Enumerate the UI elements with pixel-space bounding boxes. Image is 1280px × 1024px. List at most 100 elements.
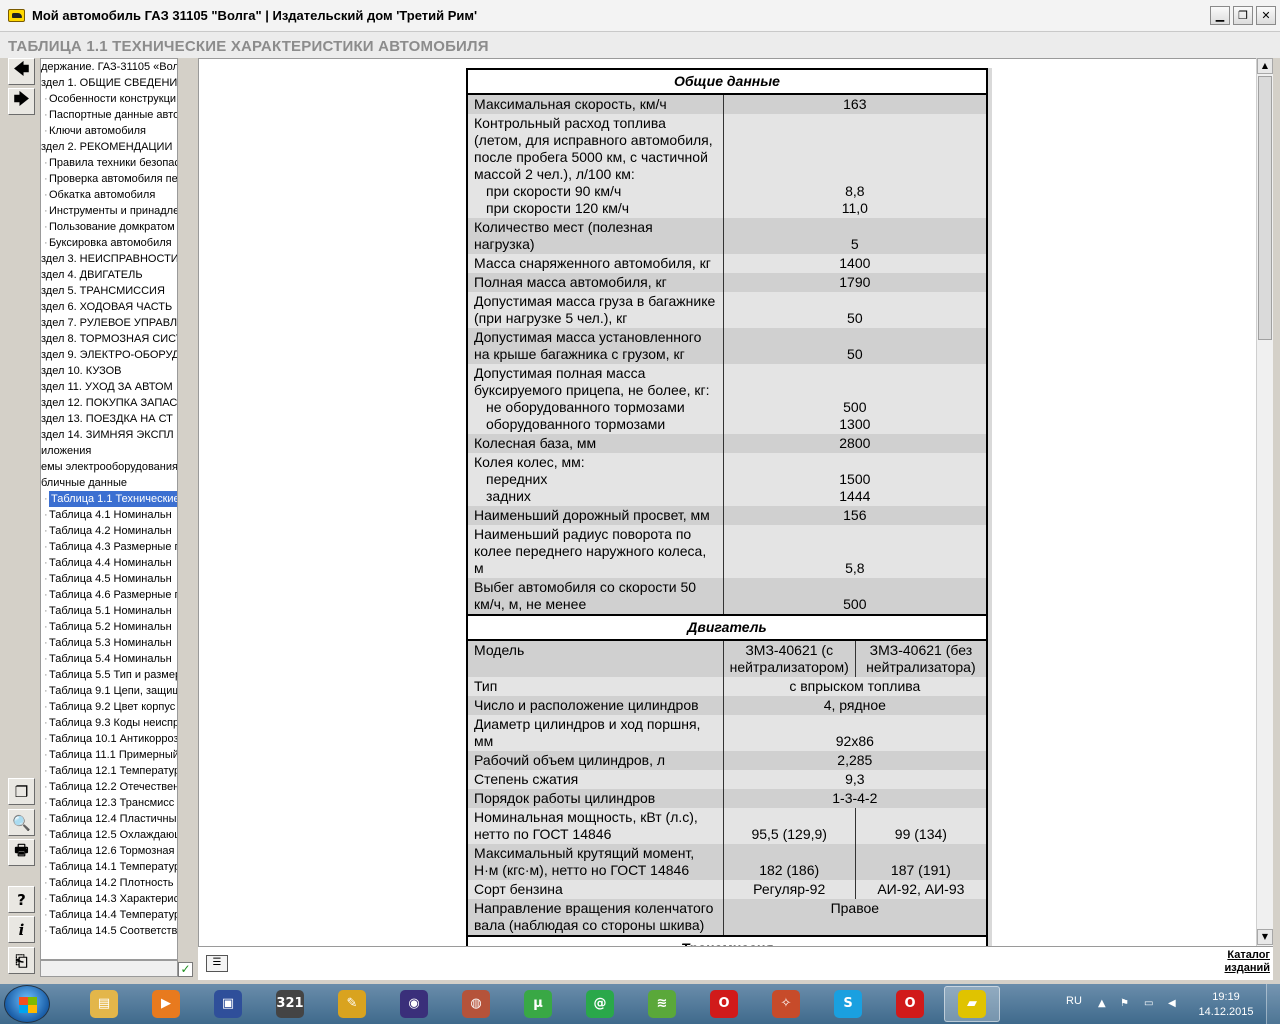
toc-item[interactable]: Таблица 5.2 Номинальн — [44, 619, 172, 635]
toc-item[interactable]: здел 1. ОБЩИЕ СВЕДЕНИ — [41, 75, 177, 91]
scroll-up-arrow-icon[interactable]: ▲ — [1257, 58, 1273, 74]
back-arrow-icon[interactable]: 🡄 — [8, 58, 35, 85]
taskbar-globe-icon[interactable]: ◍ — [448, 986, 504, 1022]
scroll-thumb[interactable] — [1258, 76, 1272, 340]
toc-item[interactable]: здел 9. ЭЛЕКТРО-ОБОРУД — [41, 347, 177, 363]
toc-item[interactable]: Паспортные данные авто — [44, 107, 177, 123]
toc-item[interactable]: Таблица 9.2 Цвет корпус — [44, 699, 175, 715]
taskbar-ccleaner-icon[interactable]: ✧ — [758, 986, 814, 1022]
toc-item[interactable]: Таблица 14.1 Температур — [44, 859, 177, 875]
taskbar-movie-icon[interactable]: 321 — [262, 986, 318, 1022]
toc-item[interactable]: Правила техники безопас — [44, 155, 177, 171]
toc-item[interactable]: здел 8. ТОРМОЗНАЯ СИСТ — [41, 331, 177, 347]
toc-item[interactable]: иложения — [41, 443, 91, 459]
content-vertical-scrollbar[interactable]: ▲ ▼ — [1256, 58, 1273, 946]
toc-item[interactable]: здел 13. ПОЕЗДКА НА СТ — [41, 411, 173, 427]
toc-item[interactable]: Таблица 12.3 Трансмисс — [44, 795, 174, 811]
toc-item[interactable]: Таблица 10.1 Антикорроз — [44, 731, 177, 747]
toc-item[interactable]: Таблица 5.3 Номинальн — [44, 635, 172, 651]
taskbar-opera-icon[interactable]: O — [696, 986, 752, 1022]
taskbar-wifi-icon[interactable]: ≋ — [634, 986, 690, 1022]
toc-item[interactable]: Таблица 9.1 Цепи, защищ — [44, 683, 177, 699]
toc-item[interactable]: Проверка автомобиля пе — [44, 171, 177, 187]
network-icon[interactable]: ▭ — [1144, 998, 1158, 1010]
toc-item[interactable]: Таблица 4.6 Размерные г — [44, 587, 177, 603]
taskbar-utorrent-icon[interactable]: µ — [510, 986, 566, 1022]
taskbar-volga-app-icon[interactable]: ▰ — [944, 986, 1000, 1022]
toc-item[interactable]: Таблица 5.1 Номинальн — [44, 603, 172, 619]
toc-item[interactable]: здел 12. ПОКУПКА ЗАПАС — [41, 395, 177, 411]
toc-item[interactable]: Таблица 4.1 Номинальн — [44, 507, 172, 523]
catalog-link[interactable]: Каталог изданий — [1218, 949, 1271, 975]
toc-item[interactable]: здел 3. НЕИСПРАВНОСТИ — [41, 251, 177, 267]
value-line: 156 — [843, 507, 867, 523]
toc-item[interactable]: Особенности конструкци — [44, 91, 176, 107]
taskbar-player-icon[interactable]: ◉ — [386, 986, 442, 1022]
toc-item[interactable]: бличные данные — [41, 475, 127, 491]
info-icon[interactable]: i — [8, 916, 35, 943]
toc-item[interactable]: Обкатка автомобиля — [44, 187, 155, 203]
toc-item[interactable]: Таблица 4.2 Номинальн — [44, 523, 172, 539]
forward-arrow-icon[interactable]: 🡆 — [8, 88, 35, 115]
volume-icon[interactable]: ◀ — [1168, 998, 1182, 1010]
taskbar-save-icon[interactable]: ▣ — [200, 986, 256, 1022]
toc-item[interactable]: здел 2. РЕКОМЕНДАЦИИ — [41, 139, 172, 155]
toc-item[interactable]: Таблица 9.3 Коды неиспр — [44, 715, 177, 731]
toc-item[interactable]: здел 14. ЗИМНЯЯ ЭКСПЛ — [41, 427, 174, 443]
search-icon[interactable]: 🔍 — [8, 809, 35, 836]
toc-item[interactable]: здел 11. УХОД ЗА АВТОМ — [41, 379, 173, 395]
toc-item[interactable]: Таблица 12.5 Охлаждающ — [44, 827, 177, 843]
toc-item[interactable]: держание. ГАЗ-31105 «Вол — [41, 59, 177, 75]
toc-item[interactable]: Таблица 12.4 Пластичны — [44, 811, 176, 827]
print-icon[interactable]: 🖶 — [8, 839, 35, 866]
flag-icon[interactable]: ⚑ — [1120, 998, 1134, 1010]
toc-item[interactable]: здел 6. ХОДОВАЯ ЧАСТЬ — [41, 299, 172, 315]
toc-item[interactable]: Инструменты и принадле — [44, 203, 177, 219]
toc-horizontal-scrollbar[interactable] — [40, 960, 178, 977]
toc-item[interactable]: здел 7. РУЛЕВОЕ УПРАВЛ — [41, 315, 177, 331]
toc-item[interactable]: Таблица 14.3 Характерис — [44, 891, 177, 907]
taskbar-explorer-icon[interactable]: ▤ — [76, 986, 132, 1022]
toc-item[interactable]: здел 10. КУЗОВ — [41, 363, 122, 379]
taskbar-skype-icon[interactable]: S — [820, 986, 876, 1022]
close-button[interactable]: ✕ — [1256, 6, 1276, 25]
taskbar-tool-icon[interactable]: ✎ — [324, 986, 380, 1022]
toc-item[interactable]: Таблица 12.6 Тормозная — [44, 843, 174, 859]
help-icon[interactable]: ? — [8, 886, 35, 913]
toc-item[interactable]: Таблица 4.3 Размерные г — [44, 539, 177, 555]
toc-item[interactable]: Таблица 5.5 Тип и размер — [44, 667, 177, 683]
copy-icon[interactable]: ❐ — [8, 778, 35, 805]
minimize-button[interactable]: ▁ — [1210, 6, 1230, 25]
toc-item[interactable]: Таблица 11.1 Примерный — [44, 747, 177, 763]
toc-item[interactable]: Таблица 4.4 Номинальн — [44, 555, 172, 571]
maximize-button[interactable]: ❐ — [1233, 6, 1253, 25]
exit-icon[interactable]: ⎗ — [8, 947, 35, 974]
toc-item[interactable]: здел 4. ДВИГАТЕЛЬ — [41, 267, 143, 283]
list-icon[interactable]: ☰ — [206, 955, 228, 972]
show-desktop-button[interactable] — [1266, 984, 1280, 1024]
toc-item[interactable]: Таблица 14.2 Плотность — [44, 875, 174, 891]
start-button[interactable] — [4, 985, 50, 1023]
volga-app-icon: ▰ — [958, 990, 986, 1018]
toc-item[interactable]: емы электрооборудования — [41, 459, 177, 475]
scroll-down-arrow-icon[interactable]: ▼ — [1257, 929, 1273, 945]
toc-item[interactable]: Таблица 12.1 Температур — [44, 763, 177, 779]
taskbar-media-icon[interactable]: ▶ — [138, 986, 194, 1022]
toc-tree[interactable]: держание. ГАЗ-31105 «Вол здел 1. ОБЩИЕ СВ… — [40, 58, 178, 960]
toc-item[interactable]: Пользование домкратом — [44, 219, 175, 235]
tray-expand-icon[interactable]: ▲ — [1098, 998, 1112, 1010]
toc-item[interactable]: Таблица 4.5 Номинальн — [44, 571, 172, 587]
sync-check-icon[interactable]: ✓ — [178, 962, 193, 977]
toc-item[interactable]: Ключи автомобиля — [44, 123, 146, 139]
taskbar-mail-icon[interactable]: @ — [572, 986, 628, 1022]
language-indicator[interactable]: RU — [1066, 995, 1082, 1007]
toc-item[interactable]: Таблица 14.5 Соответств — [44, 923, 177, 939]
taskbar-opera2-icon[interactable]: O — [882, 986, 938, 1022]
toc-item[interactable]: Буксировка автомобиля — [44, 235, 172, 251]
toc-item[interactable]: Таблица 14.4 Температур — [44, 907, 177, 923]
toc-item[interactable]: Таблица 12.2 Отечествен — [44, 779, 177, 795]
toc-item[interactable]: Таблица 5.4 Номинальн — [44, 651, 172, 667]
toc-item[interactable]: Таблица 1.1 Технические — [44, 491, 177, 507]
clock[interactable]: 19:19 14.12.2015 — [1196, 990, 1256, 1020]
toc-item[interactable]: здел 5. ТРАНСМИССИЯ — [41, 283, 165, 299]
